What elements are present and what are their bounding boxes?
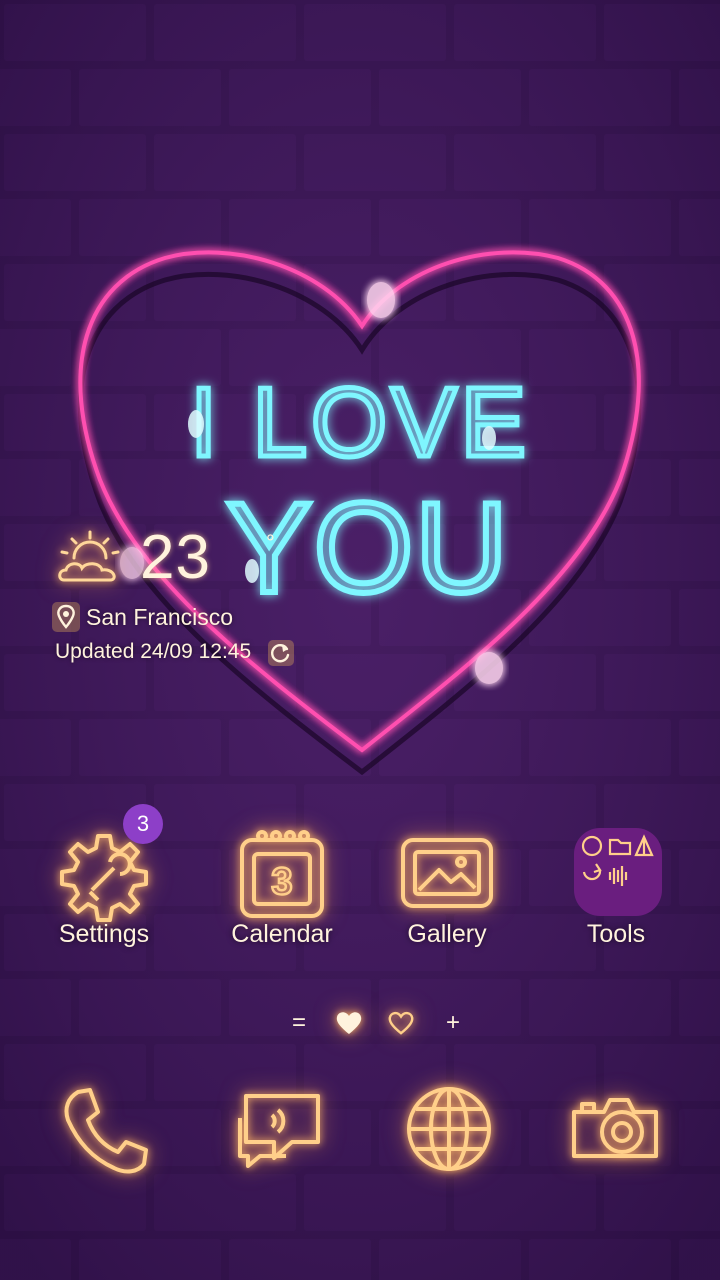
camera-icon xyxy=(572,1098,658,1158)
app-settings[interactable]: Settings 3 xyxy=(24,804,184,968)
messages-icon xyxy=(238,1094,320,1168)
notification-badge: 3 xyxy=(123,804,163,844)
temperature: 23 xyxy=(140,523,211,592)
calendar-day: 3 xyxy=(271,861,292,903)
heart-outline-icon[interactable] xyxy=(388,1011,414,1035)
app-label: Gallery xyxy=(407,920,487,948)
location-pin-icon xyxy=(52,602,80,632)
calendar-icon: 3 xyxy=(240,830,324,918)
neon-text-line1: I LOVE xyxy=(190,367,530,477)
phone-icon xyxy=(64,1088,148,1174)
dock-camera[interactable] xyxy=(564,1076,674,1186)
folder-preview-icons xyxy=(581,834,654,886)
dock-phone[interactable] xyxy=(48,1078,158,1188)
app-gallery[interactable]: Gallery xyxy=(367,828,527,968)
weather-widget[interactable]: 23 ° San Francisco Updated 24/09 12:45 xyxy=(52,518,312,678)
refresh-icon[interactable] xyxy=(268,640,294,666)
heart-filled-icon[interactable] xyxy=(335,1010,363,1036)
gallery-icon xyxy=(401,838,493,908)
folder-tools[interactable]: Tools xyxy=(536,828,696,968)
dock-messages[interactable] xyxy=(226,1078,336,1188)
pages-menu-icon[interactable]: = xyxy=(282,1006,316,1040)
folder-icon xyxy=(574,828,662,916)
app-label: Calendar xyxy=(231,920,333,948)
page-indicator[interactable]: = + xyxy=(280,1006,470,1040)
partly-cloudy-icon xyxy=(58,530,120,582)
dock-browser[interactable] xyxy=(394,1074,504,1184)
degree-symbol: ° xyxy=(266,530,275,555)
app-label: Tools xyxy=(586,920,646,948)
app-label: Settings xyxy=(58,920,150,948)
app-calendar[interactable]: 3 Calendar xyxy=(202,828,362,968)
weather-updated-time: Updated 24/09 12:45 xyxy=(55,640,252,663)
add-page-icon[interactable]: + xyxy=(436,1006,470,1040)
browser-globe-icon xyxy=(407,1087,491,1171)
weather-location: San Francisco xyxy=(86,604,234,630)
